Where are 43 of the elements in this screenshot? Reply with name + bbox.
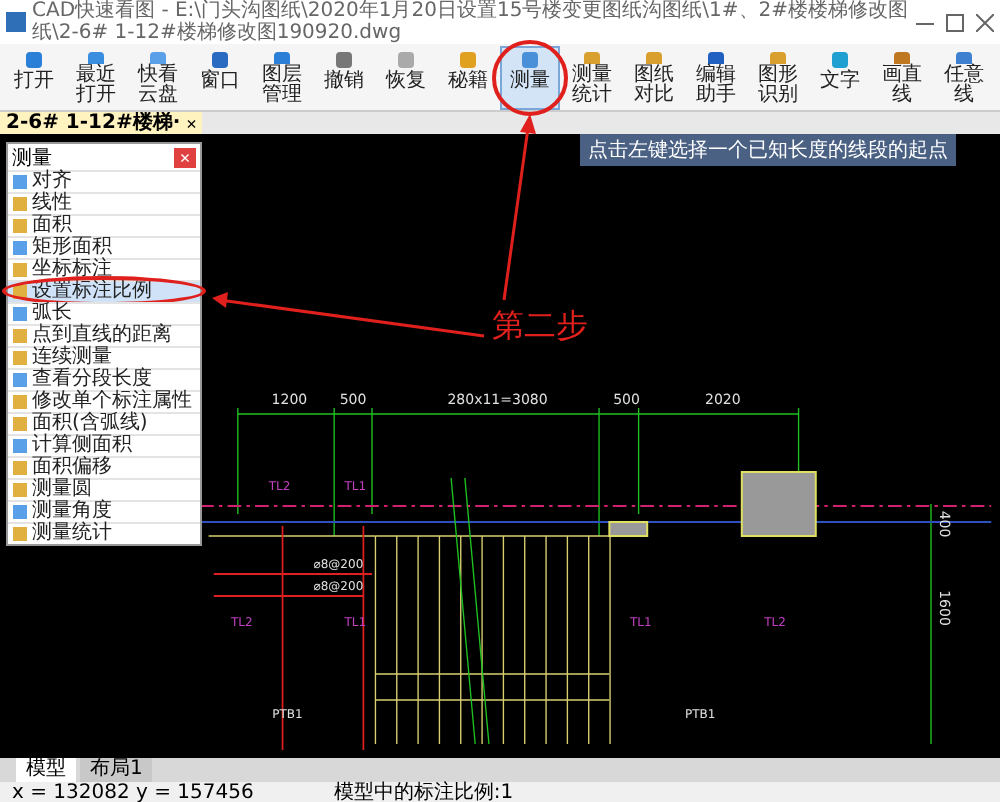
layout-tab[interactable]: 模型 xyxy=(16,758,76,782)
toolbar-button[interactable]: 图形识别 xyxy=(748,46,808,110)
annotation-text: 第二步 xyxy=(492,306,588,348)
toolbar-button[interactable]: 打开 xyxy=(4,46,64,110)
measure-menu-item[interactable]: 线性 xyxy=(8,192,200,214)
measure-menu-item[interactable]: 面积(含弧线) xyxy=(8,412,200,434)
toolbar-button[interactable]: 测量 xyxy=(500,46,560,110)
measure-menu-item[interactable]: 坐标标注 xyxy=(8,258,200,280)
toolbar-button[interactable]: 窗口 xyxy=(190,46,250,110)
hint-tooltip: 点击左键选择一个已知长度的线段的起点 xyxy=(580,134,956,166)
toolbar-button[interactable]: 秘籍 xyxy=(438,46,498,110)
coordinates-text: x = 132082 y = 157456 xyxy=(12,782,254,802)
measure-menu-item[interactable]: 测量圆 xyxy=(8,478,200,500)
tab-label: 2-6# 1-12#楼梯· xyxy=(6,112,181,134)
measure-menu-item[interactable]: 连续测量 xyxy=(8,346,200,368)
toolbar-button[interactable]: 图层管理 xyxy=(252,46,312,110)
measure-menu-item[interactable]: 面积偏移 xyxy=(8,456,200,478)
toolbar-button[interactable]: 编辑助手 xyxy=(686,46,746,110)
scale-text: 模型中的标注比例:1 xyxy=(333,782,514,802)
measure-menu-item[interactable]: 点到直线的距离 xyxy=(8,324,200,346)
close-button[interactable]: × xyxy=(174,147,196,167)
layout-tab[interactable]: 布局1 xyxy=(80,758,153,782)
toolbar-button[interactable]: 测量统计 xyxy=(562,46,622,110)
toolbar-button[interactable]: 图纸对比 xyxy=(624,46,684,110)
toolbar-button[interactable]: 画直线 xyxy=(872,46,932,110)
measure-menu-item[interactable]: 修改单个标注属性 xyxy=(8,390,200,412)
document-tab[interactable]: 2-6# 1-12#楼梯· × xyxy=(0,112,203,134)
tab-close-button[interactable]: × xyxy=(186,113,197,133)
toolbar-button[interactable]: 撤销 xyxy=(314,46,374,110)
toolbar-button[interactable]: 任意线 xyxy=(934,46,994,110)
toolbar-button[interactable]: 文字 xyxy=(810,46,870,110)
toolbar-button[interactable]: 快看云盘 xyxy=(128,46,188,110)
measure-menu-item[interactable]: 弧长 xyxy=(8,302,200,324)
toolbar-button[interactable]: 恢复 xyxy=(376,46,436,110)
measure-menu-item[interactable]: 矩形面积 xyxy=(8,236,200,258)
measure-menu-item[interactable]: 查看分段长度 xyxy=(8,368,200,390)
measure-menu-item[interactable]: 面积 xyxy=(8,214,200,236)
toolbar-button[interactable]: 最近打开 xyxy=(66,46,126,110)
measure-menu-item[interactable]: 测量统计 xyxy=(8,522,200,544)
measure-menu-item[interactable]: 测量角度 xyxy=(8,500,200,522)
measure-menu-item[interactable]: 计算侧面积 xyxy=(8,434,200,456)
panel-title: 测量 xyxy=(12,145,52,169)
measure-menu-item[interactable]: 对齐 xyxy=(8,170,200,192)
